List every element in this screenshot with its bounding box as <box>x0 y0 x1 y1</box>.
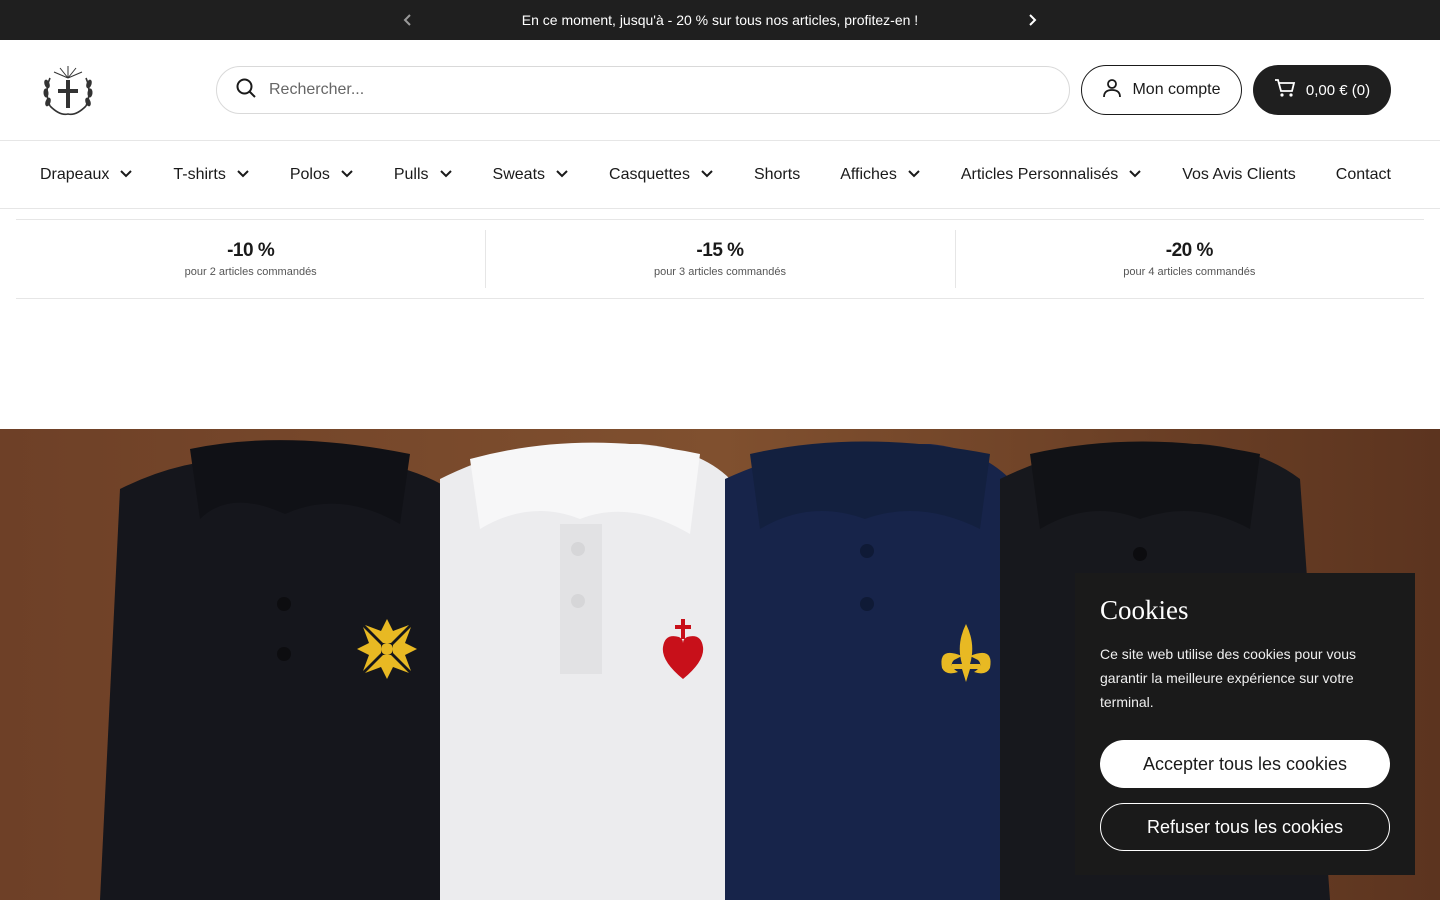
nav-item-casquettes[interactable]: Casquettes <box>609 166 714 184</box>
cookie-banner: Cookies Ce site web utilise des cookies … <box>1075 573 1415 875</box>
nav-item-t-shirts[interactable]: T-shirts <box>173 166 249 184</box>
nav-item-label: Polos <box>289 165 330 183</box>
search-bar[interactable] <box>216 66 1070 114</box>
announcement-text: En ce moment, jusqu'à - 20 % sur tous no… <box>521 12 919 28</box>
announcement-bar: En ce moment, jusqu'à - 20 % sur tous no… <box>0 0 1440 40</box>
cart-label: 0,00 € (0) <box>1305 81 1371 99</box>
nav-item-label: Vos Avis Clients <box>1182 165 1296 183</box>
discount-value: -20 % <box>1165 240 1214 261</box>
discount-tier: -20 % pour 4 articles commandés <box>954 220 1424 298</box>
discount-desc: pour 3 articles commandés <box>653 266 787 278</box>
accept-cookies-button[interactable]: Accepter tous les cookies <box>1100 740 1390 788</box>
discount-value: -10 % <box>227 240 275 261</box>
refuse-cookies-button[interactable]: Refuser tous les cookies <box>1100 803 1390 851</box>
chevron-right-icon[interactable] <box>1012 0 1052 40</box>
nav-item-label: Articles Personnalisés <box>960 165 1119 183</box>
account-label: Mon compte <box>1132 81 1221 98</box>
chevron-down-icon <box>340 166 354 184</box>
nav-item-contact[interactable]: Contact <box>1336 166 1391 184</box>
discount-desc: pour 2 articles commandés <box>184 266 317 278</box>
main-nav: Drapeaux T-shirts Polos Pulls Sweats Casquett… <box>0 141 1440 209</box>
account-button[interactable]: Mon compte <box>1081 65 1242 115</box>
nav-item-label: Casquettes <box>609 165 690 183</box>
cart-icon <box>1274 78 1296 102</box>
nav-item-polos[interactable]: Polos <box>290 166 354 184</box>
chevron-down-icon <box>439 166 453 184</box>
nav-item-label: Sweats <box>492 165 546 183</box>
nav-item-label: Drapeaux <box>40 165 110 183</box>
chevron-down-icon <box>1128 166 1142 184</box>
chevron-down-icon <box>907 166 921 184</box>
search-icon <box>235 77 257 104</box>
discount-value: -15 % <box>696 240 744 261</box>
nav-item-pulls[interactable]: Pulls <box>394 166 453 184</box>
nav-item-label: Pulls <box>393 165 429 183</box>
nav-item-label: Shorts <box>753 165 801 183</box>
chevron-down-icon <box>119 166 133 184</box>
nav-item-vos-avis-clients[interactable]: Vos Avis Clients <box>1182 166 1296 184</box>
chevron-down-icon <box>236 166 250 184</box>
discount-tier: -10 % pour 2 articles commandés <box>16 220 485 298</box>
nav-item-sweats[interactable]: Sweats <box>493 166 569 184</box>
nav-item-label: Affiches <box>840 165 897 183</box>
cart-button[interactable]: 0,00 € (0) <box>1253 65 1391 115</box>
nav-item-articles-personnalis-s[interactable]: Articles Personnalisés <box>961 166 1142 184</box>
user-icon <box>1102 78 1122 103</box>
chevron-down-icon <box>555 166 569 184</box>
nav-item-label: Contact <box>1335 165 1391 183</box>
search-input[interactable] <box>269 81 1051 99</box>
chevron-left-icon[interactable] <box>388 0 428 40</box>
discount-banner: -10 % pour 2 articles commandés -15 % po… <box>16 219 1424 299</box>
site-header: Mon compte 0,00 € (0) <box>0 40 1440 141</box>
cookie-text: Ce site web utilise des cookies pour vou… <box>1100 646 1357 710</box>
cookie-title: Cookies <box>1100 595 1189 625</box>
discount-desc: pour 4 articles commandés <box>1123 266 1256 278</box>
nav-item-shorts[interactable]: Shorts <box>754 166 800 184</box>
nav-item-affiches[interactable]: Affiches <box>840 166 921 184</box>
chevron-down-icon <box>700 166 714 184</box>
discount-tier: -15 % pour 3 articles commandés <box>485 220 954 298</box>
logo[interactable] <box>40 60 96 120</box>
nav-item-drapeaux[interactable]: Drapeaux <box>40 166 133 184</box>
nav-item-label: T-shirts <box>173 165 226 183</box>
